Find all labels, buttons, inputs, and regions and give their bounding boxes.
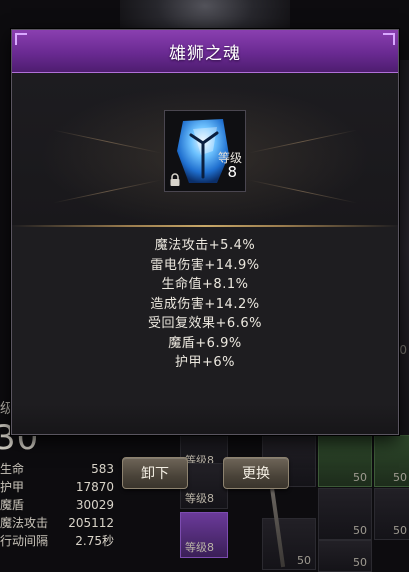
attribute-line: 魔法攻击+5.4% bbox=[154, 238, 256, 253]
stat-value: 2.75秒 bbox=[75, 534, 114, 548]
corner-ornament bbox=[15, 33, 27, 45]
slot-count: 50 bbox=[297, 554, 311, 567]
attribute-line: 魔盾+6.9% bbox=[168, 335, 242, 351]
equipment-slot[interactable]: 50 bbox=[318, 488, 372, 540]
stat-value: 205112 bbox=[68, 516, 114, 530]
equipment-slot[interactable]: 50 bbox=[318, 435, 372, 487]
stat-label: 护甲 bbox=[0, 480, 25, 494]
rune-detail-dialog: 雄狮之魂 等级 8 魔法攻击+5.4% 雷电伤害+14.9% 生命值+8.1% … bbox=[11, 29, 399, 435]
dialog-title: 雄狮之魂 bbox=[169, 43, 241, 64]
dialog-header: 雄狮之魂 bbox=[12, 30, 398, 73]
rune-slot[interactable]: 等级8 bbox=[180, 512, 228, 558]
replace-button[interactable]: 更换 bbox=[223, 457, 289, 489]
equipment-slot[interactable]: 50 bbox=[262, 518, 316, 570]
stat-row-shield: 魔盾 30029 bbox=[0, 496, 118, 514]
decor-line bbox=[53, 179, 161, 204]
attribute-line: 受回复效果+6.6% bbox=[148, 316, 262, 331]
stat-value: 30029 bbox=[75, 498, 114, 512]
decor-line bbox=[53, 129, 161, 154]
stat-value: 583 bbox=[91, 462, 114, 476]
section-divider bbox=[12, 225, 398, 227]
stat-row-hp: 生命 583 bbox=[0, 460, 118, 478]
decor-line bbox=[249, 179, 357, 204]
slot-count: 50 bbox=[353, 524, 367, 537]
rune-item-frame: 等级 8 bbox=[164, 110, 246, 192]
slot-count: 50 bbox=[393, 524, 407, 537]
attribute-line: 生命值+8.1% bbox=[161, 277, 249, 292]
hero-stats: 生命 583 护甲 17870 魔盾 30029 魔法攻击 205112 行动间… bbox=[0, 460, 118, 550]
stat-label: 魔盾 bbox=[0, 498, 25, 512]
unequip-button[interactable]: 卸下 bbox=[122, 457, 188, 489]
equipment-slot[interactable]: 50 bbox=[318, 540, 372, 572]
slot-count: 50 bbox=[353, 556, 367, 569]
stat-value: 17870 bbox=[75, 480, 114, 494]
slot-level-label: 等级8 bbox=[185, 541, 214, 554]
slot-level-label: 等级8 bbox=[185, 492, 214, 505]
equipment-slot[interactable]: 50 bbox=[374, 488, 409, 540]
stat-label: 行动间隔 bbox=[0, 534, 49, 548]
attribute-line: 护甲+6% bbox=[174, 355, 236, 370]
lock-icon bbox=[170, 173, 180, 186]
stat-row-armor: 护甲 17870 bbox=[0, 478, 118, 496]
stat-label: 生命 bbox=[0, 462, 25, 476]
attribute-list: 魔法攻击+5.4% 雷电伤害+14.9% 生命值+8.1% 造成伤害+14.2%… bbox=[12, 236, 398, 373]
dialog-footer-fade bbox=[12, 404, 398, 434]
attribute-line: 造成伤害+14.2% bbox=[150, 296, 260, 312]
corner-ornament bbox=[383, 33, 395, 45]
stat-row-magic-attack: 魔法攻击 205112 bbox=[0, 514, 118, 532]
attribute-line: 雷电伤害+14.9% bbox=[150, 257, 260, 273]
stat-label: 魔法攻击 bbox=[0, 516, 49, 530]
slot-count: 50 bbox=[393, 471, 407, 484]
stat-row-action-interval: 行动间隔 2.75秒 bbox=[0, 532, 118, 550]
equipment-slot[interactable]: 50 bbox=[374, 435, 409, 487]
slot-count: 50 bbox=[353, 471, 367, 484]
item-level-value: 8 bbox=[227, 163, 237, 181]
decor-line bbox=[249, 129, 357, 154]
